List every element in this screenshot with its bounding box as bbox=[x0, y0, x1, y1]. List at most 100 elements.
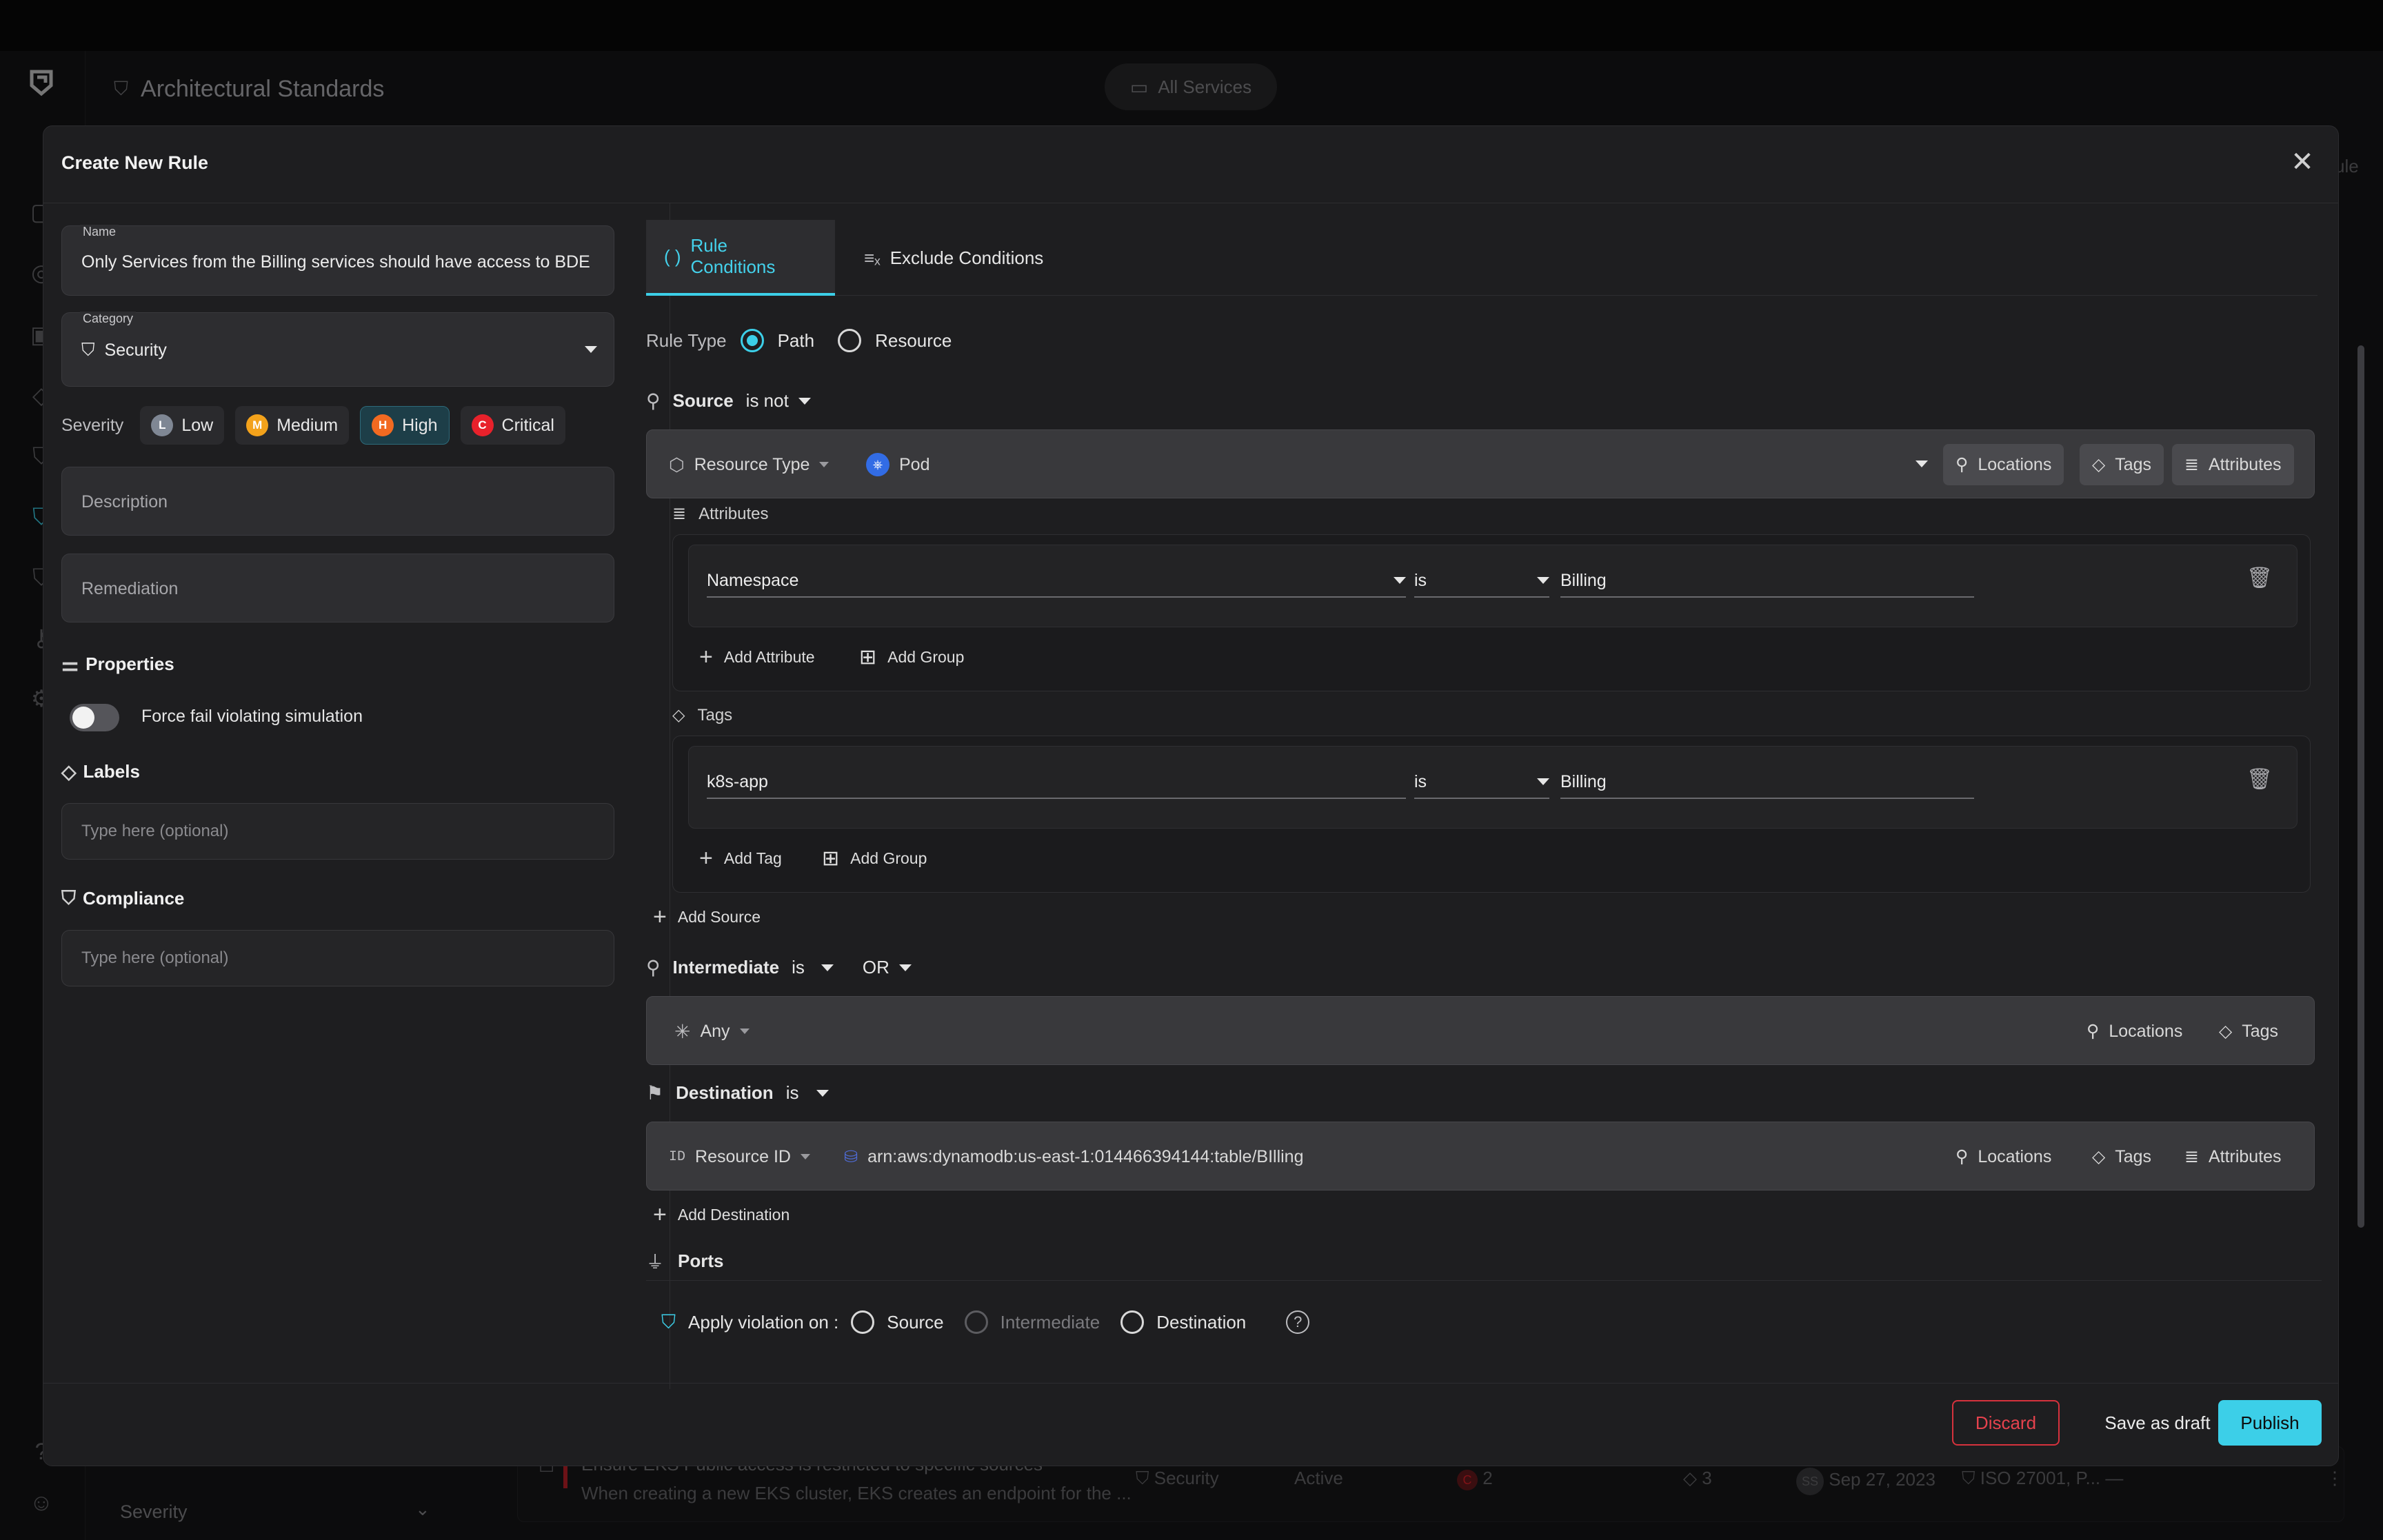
tab-exclude-conditions[interactable]: ≡ₓ Exclude Conditions bbox=[846, 220, 1061, 296]
chevron-down-icon[interactable] bbox=[1916, 460, 1928, 467]
attribute-key-select[interactable]: Namespace bbox=[707, 565, 1406, 598]
tag-icon: ◇ bbox=[672, 706, 685, 725]
description-field[interactable]: Description bbox=[61, 467, 614, 536]
plus-icon: + bbox=[653, 904, 667, 930]
close-icon[interactable]: ✕ bbox=[2287, 147, 2317, 177]
plus-icon: + bbox=[699, 644, 713, 670]
destination-attributes-button[interactable]: ≣ Attributes bbox=[2172, 1136, 2294, 1177]
add-tag-button[interactable]: + Add Tag bbox=[699, 847, 782, 870]
pod-chip[interactable]: ⎈ Pod bbox=[854, 444, 942, 485]
tag-condition-row: k8s-app is Billing 🗑 bbox=[688, 746, 2297, 829]
intermediate-locations-button[interactable]: ⚲ Locations bbox=[2074, 1011, 2195, 1052]
plug-icon: ⏚ bbox=[646, 1252, 665, 1273]
tag-icon: ◇ bbox=[2219, 1022, 2233, 1041]
save-draft-button[interactable]: Save as draft bbox=[2073, 1400, 2242, 1446]
chevron-down-icon bbox=[1394, 577, 1406, 584]
severity-critical[interactable]: C Critical bbox=[460, 406, 565, 445]
source-operator-select[interactable]: is not bbox=[746, 390, 811, 412]
labels-input[interactable]: Type here (optional) bbox=[61, 803, 614, 860]
name-field[interactable]: Name Only Services from the Billing serv… bbox=[61, 225, 614, 296]
trash-icon[interactable]: 🗑 bbox=[2246, 566, 2273, 594]
add-tag-group-button[interactable]: ⊞ Add Group bbox=[822, 847, 927, 871]
ports-header[interactable]: ⏚ Ports bbox=[646, 1248, 723, 1274]
add-destination-button[interactable]: + Add Destination bbox=[653, 1203, 790, 1226]
category-select[interactable]: Category ⛉ Security bbox=[61, 312, 614, 387]
severity-medium[interactable]: M Medium bbox=[235, 406, 350, 445]
modal-header: Create New Rule ✕ bbox=[43, 126, 2338, 203]
chevron-down-icon[interactable] bbox=[585, 346, 597, 353]
conditions-scrollbar[interactable] bbox=[2357, 345, 2364, 1228]
add-attribute-button[interactable]: + Add Attribute bbox=[699, 645, 815, 669]
condition-tabs: ( ) Rule Conditions ≡ₓ Exclude Condition… bbox=[646, 220, 2317, 296]
add-group-button[interactable]: ⊞ Add Group bbox=[859, 645, 964, 669]
discard-button[interactable]: Discard bbox=[1952, 1400, 2060, 1446]
modal-title: Create New Rule bbox=[61, 152, 209, 173]
source-attributes-button[interactable]: ≣ Attributes bbox=[2172, 444, 2294, 485]
source-locations-button[interactable]: ⚲ Locations bbox=[1943, 444, 2064, 485]
flag-icon: ⚑ bbox=[646, 1082, 664, 1104]
resource-id-select[interactable]: ID Resource ID bbox=[656, 1136, 823, 1177]
exclude-icon: ≡ₓ bbox=[864, 247, 881, 268]
name-input-value[interactable]: Only Services from the Billing services … bbox=[81, 252, 600, 272]
brackets-icon: ( ) bbox=[664, 245, 681, 267]
chevron-down-icon bbox=[898, 964, 912, 971]
intermediate-any-select[interactable]: ✳ Any bbox=[662, 1011, 762, 1052]
kubernetes-icon: ⎈ bbox=[866, 453, 889, 476]
chevron-down-icon bbox=[798, 397, 811, 405]
intermediate-tags-button[interactable]: ◇ Tags bbox=[2206, 1011, 2291, 1052]
destination-operator-select[interactable]: is bbox=[786, 1082, 829, 1104]
severity-high[interactable]: H High bbox=[360, 406, 450, 445]
tags-heading: ◇ Tags bbox=[672, 705, 733, 725]
chevron-down-icon bbox=[739, 1029, 750, 1034]
location-pin-icon: ⚲ bbox=[2087, 1022, 2100, 1041]
dynamodb-icon: ⛁ bbox=[844, 1147, 858, 1166]
shield-icon: ⛉ bbox=[61, 887, 77, 909]
publish-button[interactable]: Publish bbox=[2218, 1400, 2322, 1446]
list-icon: ≣ bbox=[672, 505, 687, 523]
attribute-value-input[interactable]: Billing bbox=[1560, 565, 1974, 598]
source-tags-button[interactable]: ◇ Tags bbox=[2080, 444, 2164, 485]
tab-rule-conditions[interactable]: ( ) Rule Conditions bbox=[646, 220, 835, 296]
add-group-icon: ⊞ bbox=[822, 847, 840, 870]
force-fail-toggle[interactable] bbox=[70, 704, 119, 731]
remediation-field[interactable]: Remediation bbox=[61, 554, 614, 622]
destination-tags-button[interactable]: ◇ Tags bbox=[2080, 1136, 2164, 1177]
apply-source-radio[interactable] bbox=[851, 1310, 875, 1334]
severity-selector: Severity L Low M Medium H High C Critica… bbox=[61, 406, 565, 445]
chevron-down-icon bbox=[821, 964, 834, 971]
rule-type-resource-radio[interactable] bbox=[838, 329, 862, 352]
compliance-input[interactable]: Type here (optional) bbox=[61, 930, 614, 986]
chevron-down-icon bbox=[816, 1089, 829, 1097]
apply-destination-radio[interactable] bbox=[1120, 1310, 1145, 1334]
location-arrow-icon: ⚲ bbox=[646, 957, 661, 978]
create-rule-modal: Create New Rule ✕ Name Only Services fro… bbox=[43, 125, 2364, 1466]
intermediate-selector-bar: ✳ Any ⚲ Locations ◇ Tags bbox=[646, 996, 2315, 1065]
source-header: ⚲ Source is not bbox=[646, 389, 811, 412]
tag-value-input[interactable]: Billing bbox=[1560, 766, 1974, 799]
destination-locations-button[interactable]: ⚲ Locations bbox=[1943, 1136, 2064, 1177]
rule-type-row: Rule Type Path Resource bbox=[646, 329, 952, 352]
tag-op-select[interactable]: is bbox=[1414, 766, 1549, 799]
shield-star-icon: ⛉ bbox=[661, 1310, 676, 1333]
severity-low[interactable]: L Low bbox=[140, 406, 225, 445]
attributes-group: Namespace is Billing 🗑 + Add Attribute ⊞… bbox=[672, 534, 2311, 691]
intermediate-operator-select[interactable]: is bbox=[792, 957, 834, 978]
resource-type-select[interactable]: ⬡ Resource Type bbox=[656, 444, 841, 485]
window-top-bar bbox=[0, 0, 2383, 51]
add-source-button[interactable]: + Add Source bbox=[653, 905, 761, 929]
attribute-op-select[interactable]: is bbox=[1414, 565, 1549, 598]
intermediate-header: ⚲ Intermediate is OR bbox=[646, 956, 912, 979]
arn-chip[interactable]: ⛁ arn:aws:dynamodb:us-east-1:01446639414… bbox=[832, 1136, 1316, 1177]
add-group-icon: ⊞ bbox=[859, 646, 877, 669]
list-icon: ≣ bbox=[2184, 1147, 2199, 1166]
apply-intermediate-radio[interactable] bbox=[964, 1310, 988, 1334]
help-icon[interactable]: ? bbox=[1286, 1310, 1310, 1334]
chevron-down-icon bbox=[800, 1154, 810, 1159]
trash-icon[interactable]: 🗑 bbox=[2246, 767, 2273, 795]
destination-selector-bar: ID Resource ID ⛁ arn:aws:dynamodb:us-eas… bbox=[646, 1122, 2315, 1191]
rule-type-path-radio[interactable] bbox=[740, 329, 764, 352]
sparkle-icon: ✳ bbox=[674, 1020, 691, 1042]
intermediate-logic-select[interactable]: OR bbox=[863, 957, 912, 978]
sliders-icon: ⚌ bbox=[61, 654, 79, 675]
tag-key-input[interactable]: k8s-app bbox=[707, 766, 1406, 799]
